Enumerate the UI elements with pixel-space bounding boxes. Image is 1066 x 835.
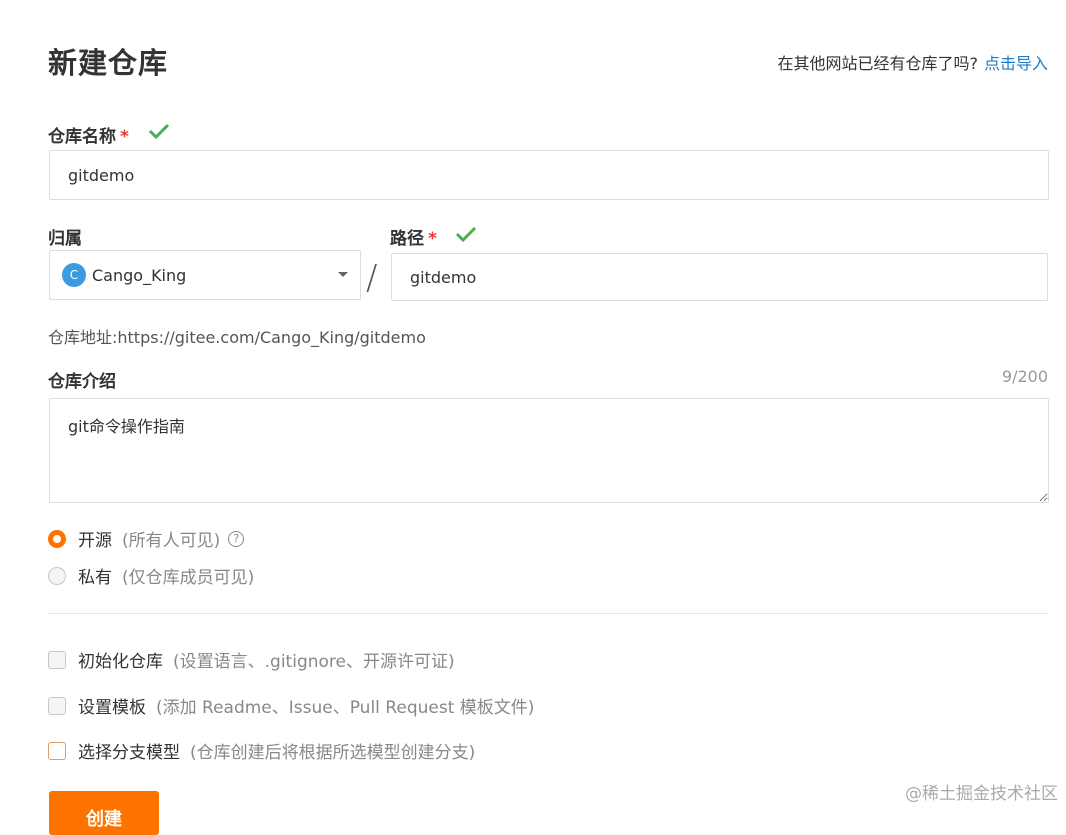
option-label: 选择分支模型 xyxy=(78,743,180,763)
description-textarea[interactable]: git命令操作指南 xyxy=(49,398,1049,503)
option-init-repo[interactable]: 初始化仓库 (设置语言、.gitignore、开源许可证) xyxy=(48,647,455,672)
option-note: (设置语言、.gitignore、开源许可证) xyxy=(173,652,455,672)
import-hint-text: 在其他网站已经有仓库了吗? xyxy=(777,54,978,73)
valid-check-icon xyxy=(148,123,170,140)
description-label: 仓库介绍 xyxy=(48,372,116,392)
option-label: 设置模板 xyxy=(78,698,146,718)
radio-private-note: (仅仓库成员可见) xyxy=(122,568,255,588)
import-hint: 在其他网站已经有仓库了吗? 点击导入 xyxy=(777,50,1048,74)
owner-select-value: Cango_King xyxy=(92,265,187,285)
owner-select[interactable]: C Cango_King xyxy=(49,250,361,300)
radio-public-label: 开源 xyxy=(78,531,112,551)
path-input[interactable] xyxy=(391,253,1048,301)
checkbox[interactable] xyxy=(48,650,66,669)
required-mark: * xyxy=(428,229,437,249)
page-title: 新建仓库 xyxy=(48,46,169,80)
radio-public-indicator[interactable] xyxy=(48,529,66,548)
char-counter: 9/200 xyxy=(1001,367,1048,386)
help-icon[interactable]: ? xyxy=(228,530,245,547)
radio-public-note: (所有人可见) xyxy=(122,531,221,551)
option-branch-model[interactable]: 选择分支模型 (仓库创建后将根据所选模型创建分支) xyxy=(48,738,475,763)
radio-private[interactable]: 私有 (仅仓库成员可见) xyxy=(48,563,254,588)
option-label: 初始化仓库 xyxy=(78,652,163,672)
option-template[interactable]: 设置模板 (添加 Readme、Issue、Pull Request 模板文件) xyxy=(48,693,534,718)
repo-address: 仓库地址:https://gitee.com/Cango_King/gitdem… xyxy=(48,328,426,347)
checkbox[interactable] xyxy=(48,741,66,760)
valid-check-icon xyxy=(455,226,477,243)
repo-name-label-text: 仓库名称 xyxy=(48,127,116,147)
path-label: 路径 * xyxy=(390,224,437,249)
repo-name-input[interactable] xyxy=(49,150,1049,200)
caret-down-icon xyxy=(338,272,348,277)
radio-private-label: 私有 xyxy=(78,568,112,588)
radio-private-indicator[interactable] xyxy=(48,566,66,585)
option-note: (仓库创建后将根据所选模型创建分支) xyxy=(190,743,476,763)
create-button[interactable]: 创建 xyxy=(49,791,159,835)
option-note: (添加 Readme、Issue、Pull Request 模板文件) xyxy=(156,698,535,718)
required-mark: * xyxy=(120,127,129,147)
import-link[interactable]: 点击导入 xyxy=(984,54,1048,73)
checkbox[interactable] xyxy=(48,696,66,715)
watermark: @稀土掘金技术社区 xyxy=(905,784,1058,804)
radio-public[interactable]: 开源 (所有人可见) ? xyxy=(48,526,245,551)
path-separator: / xyxy=(366,258,378,298)
divider xyxy=(48,613,1049,614)
owner-label: 归属 xyxy=(48,229,82,249)
avatar: C xyxy=(62,263,86,287)
repo-name-label: 仓库名称 * xyxy=(48,122,129,147)
path-label-text: 路径 xyxy=(390,229,424,249)
